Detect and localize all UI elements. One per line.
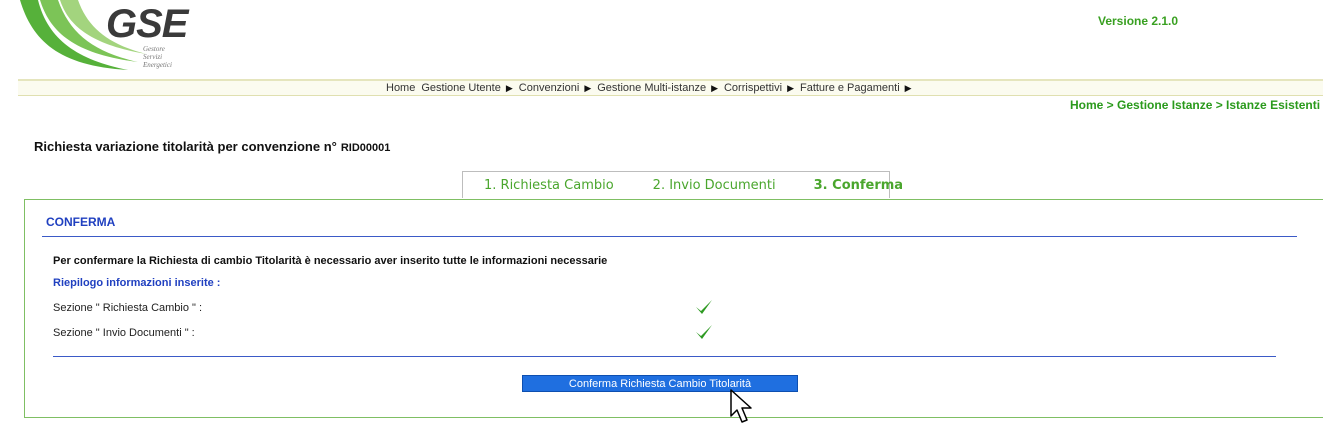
logo-wordmark: GSE (106, 2, 188, 46)
section-invio-documenti-label: Sezione " Invio Documenti " : (53, 327, 195, 339)
section-richiesta-cambio-label: Sezione " Richiesta Cambio " : (53, 302, 203, 314)
step-invio-documenti[interactable]: 2. Invio Documenti (653, 178, 776, 193)
triangle-right-icon: ▶ (787, 83, 794, 93)
panel-divider (42, 236, 1297, 237)
step-richiesta-cambio[interactable]: 1. Richiesta Cambio (484, 178, 614, 193)
step-conferma: 3. Conferma (813, 177, 904, 193)
page-title: Richiesta variazione titolarità per conv… (34, 139, 390, 154)
nav-item-convenzioni[interactable]: Convenzioni ▶ (519, 82, 591, 94)
main-nav: Home Gestione Utente ▶ Convenzioni ▶ Gesti… (386, 81, 918, 95)
triangle-right-icon: ▶ (904, 83, 912, 93)
nav-item-fatture-pagamenti[interactable]: Fatture e Pagamenti ▶ (800, 82, 912, 94)
logo-subtitle-line: Energetici (143, 61, 172, 69)
triangle-right-icon: ▶ (584, 83, 592, 93)
mouse-cursor-icon (730, 389, 752, 423)
nav-item-gestione-multi-istanze[interactable]: Gestione Multi-istanze ▶ (597, 82, 718, 94)
summary-title: Riepilogo informazioni inserite : (53, 277, 221, 289)
logo-subtitle-line: Gestore (143, 45, 165, 53)
triangle-right-icon: ▶ (505, 83, 513, 93)
version-label: Versione 2.1.0 (1098, 14, 1179, 28)
check-icon (696, 325, 712, 339)
breadcrumb[interactable]: Home > Gestione Istanze > Istanze Esiste… (1070, 98, 1320, 112)
gse-logo: GSE Gestore Servizi Energetici (18, 0, 188, 80)
nav-item-corrispettivi[interactable]: Corrispettivi ▶ (724, 82, 794, 94)
nav-item-gestione-utente[interactable]: Gestione Utente ▶ (421, 82, 512, 94)
logo-subtitle-line: Servizi (143, 53, 163, 61)
confirm-message: Per confermare la Richiesta di cambio Ti… (53, 255, 608, 267)
panel-title: CONFERMA (46, 215, 116, 229)
panel-bottom-divider (53, 356, 1276, 357)
triangle-right-icon: ▶ (711, 83, 718, 93)
nav-item-home[interactable]: Home (386, 82, 415, 94)
logo-subtitle: Gestore Servizi Energetici (143, 45, 172, 69)
convention-code: RID00001 (340, 142, 391, 154)
wizard-steps: 1. Richiesta Cambio 2. Invio Documenti 3… (462, 171, 903, 198)
nav-divider-bottom (18, 95, 1323, 96)
check-icon (696, 300, 712, 314)
page-title-text: Richiesta variazione titolarità per conv… (34, 139, 337, 154)
confirm-change-button[interactable]: Conferma Richiesta Cambio Titolarità (522, 375, 798, 392)
